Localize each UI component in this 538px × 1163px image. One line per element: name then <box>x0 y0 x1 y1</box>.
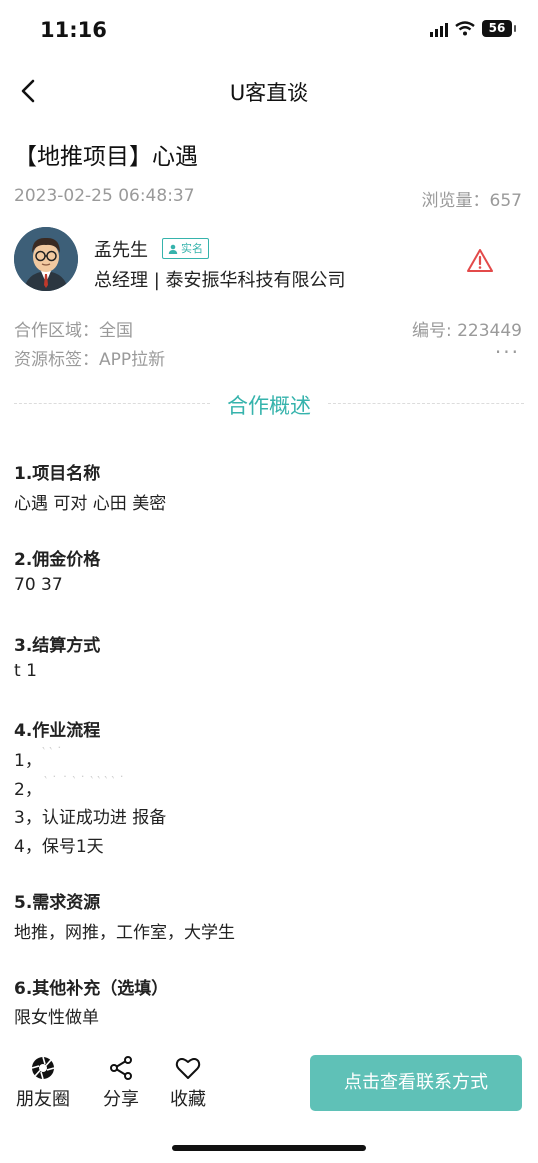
block-line: 限女性做单 <box>14 1008 99 1028</box>
publish-date: 2023-02-25 06:48:37 <box>14 186 195 206</box>
status-time: 11:16 <box>40 18 107 42</box>
section-heading: 合作概述 <box>227 394 311 418</box>
share-icon <box>110 1056 132 1080</box>
more-icon[interactable]: ··· <box>495 340 520 364</box>
warning-icon[interactable] <box>466 248 494 274</box>
favorite-label: 收藏 <box>170 1089 206 1110</box>
camera-aperture-icon <box>31 1056 55 1080</box>
block-line: 70 37 <box>14 575 63 595</box>
block-line: 心遇 可对 心田 美密 <box>14 494 167 514</box>
battery-icon: 56 <box>482 20 516 37</box>
signal-icon <box>430 21 448 37</box>
bottom-bar: 朋友圈 分享 收藏 点击查看联系方式 <box>0 1045 538 1125</box>
moments-button[interactable]: 朋友圈 <box>14 1055 72 1111</box>
share-button[interactable]: 分享 <box>101 1055 141 1111</box>
block-title: 2.佣金价格 <box>14 550 101 570</box>
block-title: 5.需求资源 <box>14 893 101 913</box>
block-title: 6.其他补充（选填） <box>14 979 169 999</box>
share-label: 分享 <box>103 1089 139 1110</box>
user-icon <box>168 244 178 254</box>
wifi-icon <box>455 21 475 36</box>
view-contact-button[interactable]: 点击查看联系方式 <box>310 1055 522 1111</box>
resource-tags: 资源标签：APP拉新 <box>14 350 166 370</box>
project-title: 【地推项目】心遇 <box>14 144 198 170</box>
status-bar: 11:16 56 <box>0 0 538 60</box>
status-icons: 56 <box>430 20 516 37</box>
block-title: 4.作业流程 <box>14 721 101 741</box>
block-line: 1， <box>14 751 42 771</box>
block-line: 地推，网推，工作室，大学生 <box>14 923 235 943</box>
page-title: U客直谈 <box>229 81 309 105</box>
nav-bar: U客直谈 <box>0 65 538 117</box>
block-title: 1.项目名称 <box>14 464 101 484</box>
avatar[interactable] <box>14 227 78 291</box>
block-title: 3.结算方式 <box>14 636 101 656</box>
heart-icon <box>175 1058 201 1079</box>
view-count: 浏览量：657 <box>421 191 522 211</box>
publisher-name: 孟先生 <box>94 240 148 261</box>
home-indicator <box>172 1145 366 1151</box>
blurred-text: ‵ ˙ ˙ ‵ ˙ ‵ ‵ ‵ ‵ ˙ <box>44 775 125 790</box>
block-line: 4，保号1天 <box>14 837 104 857</box>
verified-label: 实名 <box>181 242 203 255</box>
divider-right <box>328 403 524 404</box>
publisher-role: 总经理 | 泰安振华科技有限公司 <box>94 270 346 291</box>
block-line: t 1 <box>14 661 37 681</box>
blurred-text: ‵ ‵ ˙ <box>42 746 63 761</box>
favorite-button[interactable]: 收藏 <box>168 1055 208 1111</box>
cooperation-region: 合作区域：全国 <box>14 321 133 341</box>
block-line: 2， <box>14 780 42 800</box>
verified-badge: 实名 <box>162 238 209 259</box>
moments-label: 朋友圈 <box>16 1089 70 1110</box>
serial-number: 编号: 223449 <box>411 321 522 341</box>
block-line: 3，认证成功进 报备 <box>14 808 167 828</box>
